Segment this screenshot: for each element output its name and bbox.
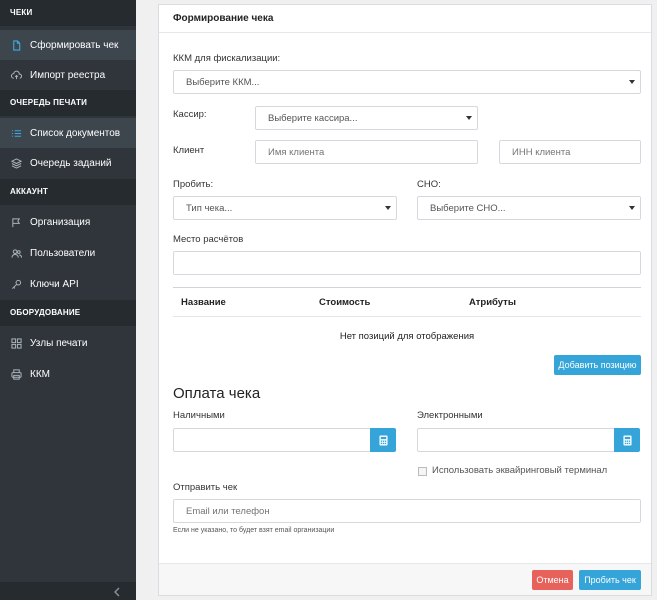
sidebar: ЧЕКИ Сформировать чек Импорт реестра ОЧЕ…: [0, 0, 136, 600]
sidebar-item-label: Организация: [30, 216, 91, 228]
list-icon: [10, 127, 22, 139]
calculator-icon: [378, 435, 388, 445]
receipt-type-select[interactable]: Тип чека...: [173, 196, 397, 220]
sidebar-item-label: Узлы печати: [30, 337, 88, 349]
receipt-type-select-value: Тип чека...: [186, 202, 233, 214]
electronic-label: Электронными: [417, 410, 483, 421]
acquiring-label: Использовать эквайринговый терминал: [432, 465, 608, 476]
printer-icon: [10, 368, 22, 380]
submit-receipt-button[interactable]: Пробить чек: [579, 570, 641, 590]
cashier-label: Кассир:: [173, 109, 207, 120]
cash-calculator-button[interactable]: [370, 428, 396, 452]
empty-table-message: Нет позиций для отображения: [339, 331, 475, 342]
client-inn-input[interactable]: [499, 140, 641, 164]
sidebar-item-label: Пользователи: [30, 247, 96, 259]
column-cost: Стоимость: [319, 297, 371, 308]
calculator-icon: [622, 435, 632, 445]
cloud-upload-icon: [10, 69, 22, 81]
users-icon: [10, 247, 22, 259]
sidebar-section-equipment: ОБОРУДОВАНИЕ: [0, 300, 136, 326]
cancel-button[interactable]: Отмена: [532, 570, 573, 590]
sidebar-item-label: Список документов: [30, 127, 121, 139]
sidebar-footer: [0, 582, 136, 600]
payment-title: Оплата чека: [173, 385, 261, 402]
document-icon: [10, 39, 22, 51]
sidebar-item-api-keys[interactable]: Ключи API: [0, 269, 136, 299]
sidebar-item-label: Сформировать чек: [30, 39, 119, 51]
kkm-label: ККМ для фискализации:: [173, 53, 281, 64]
sidebar-item-documents-list[interactable]: Список документов: [0, 118, 136, 148]
sidebar-item-job-queue[interactable]: Очередь заданий: [0, 148, 136, 178]
sidebar-item-print-nodes[interactable]: Узлы печати: [0, 328, 136, 358]
place-input[interactable]: [173, 251, 641, 275]
send-contact-input[interactable]: [173, 499, 641, 523]
sidebar-item-users[interactable]: Пользователи: [0, 238, 136, 268]
sidebar-section-account: АККАУНТ: [0, 179, 136, 205]
sidebar-section-cheki: ЧЕКИ: [0, 0, 136, 26]
send-hint: Если не указано, то будет взят email орг…: [173, 527, 335, 534]
chevron-left-icon[interactable]: [112, 586, 122, 598]
punch-label: Пробить:: [173, 179, 214, 190]
sidebar-item-label: Ключи API: [30, 278, 79, 290]
kkm-select-value: Выберите ККМ...: [186, 76, 260, 88]
send-label: Отправить чек: [173, 482, 238, 493]
sidebar-item-create-receipt[interactable]: Сформировать чек: [0, 30, 136, 60]
form-footer: Отмена Пробить чек: [159, 563, 651, 595]
receipt-form-panel: Формирование чека ККМ для фискализации: …: [158, 4, 652, 596]
acquiring-checkbox[interactable]: [418, 467, 427, 476]
caret-down-icon: [466, 116, 472, 120]
sno-label: СНО:: [417, 179, 441, 190]
column-attributes: Атрибуты: [469, 297, 516, 308]
caret-down-icon: [385, 206, 391, 210]
sidebar-section-print-queue: ОЧЕРЕДЬ ПЕЧАТИ: [0, 90, 136, 116]
client-name-input[interactable]: [255, 140, 478, 164]
panel-title: Формирование чека: [159, 5, 651, 33]
sidebar-item-organization[interactable]: Организация: [0, 207, 136, 237]
sidebar-item-label: ККМ: [30, 368, 50, 380]
cashier-select-value: Выберите кассира...: [268, 112, 358, 124]
sno-select[interactable]: Выберите СНО...: [417, 196, 641, 220]
caret-down-icon: [629, 80, 635, 84]
grid-icon: [10, 337, 22, 349]
sidebar-item-import-registry[interactable]: Импорт реестра: [0, 60, 136, 90]
sidebar-item-kkm[interactable]: ККМ: [0, 359, 136, 389]
cashier-select[interactable]: Выберите кассира...: [255, 106, 478, 130]
column-name: Название: [181, 297, 226, 308]
kkm-select[interactable]: Выберите ККМ...: [173, 70, 641, 94]
positions-table-header: Название Стоимость Атрибуты: [173, 287, 641, 317]
sidebar-item-label: Очередь заданий: [30, 157, 112, 169]
electronic-calculator-button[interactable]: [614, 428, 640, 452]
key-icon: [10, 278, 22, 290]
sidebar-item-label: Импорт реестра: [30, 69, 106, 81]
place-label: Место расчётов: [173, 234, 244, 245]
flag-icon: [10, 216, 22, 228]
sno-select-value: Выберите СНО...: [430, 202, 506, 214]
cash-label: Наличными: [173, 410, 225, 421]
cash-input[interactable]: [173, 428, 371, 452]
electronic-input[interactable]: [417, 428, 615, 452]
caret-down-icon: [629, 206, 635, 210]
client-label: Клиент: [173, 145, 205, 156]
add-position-button[interactable]: Добавить позицию: [554, 355, 641, 375]
layers-icon: [10, 157, 22, 169]
